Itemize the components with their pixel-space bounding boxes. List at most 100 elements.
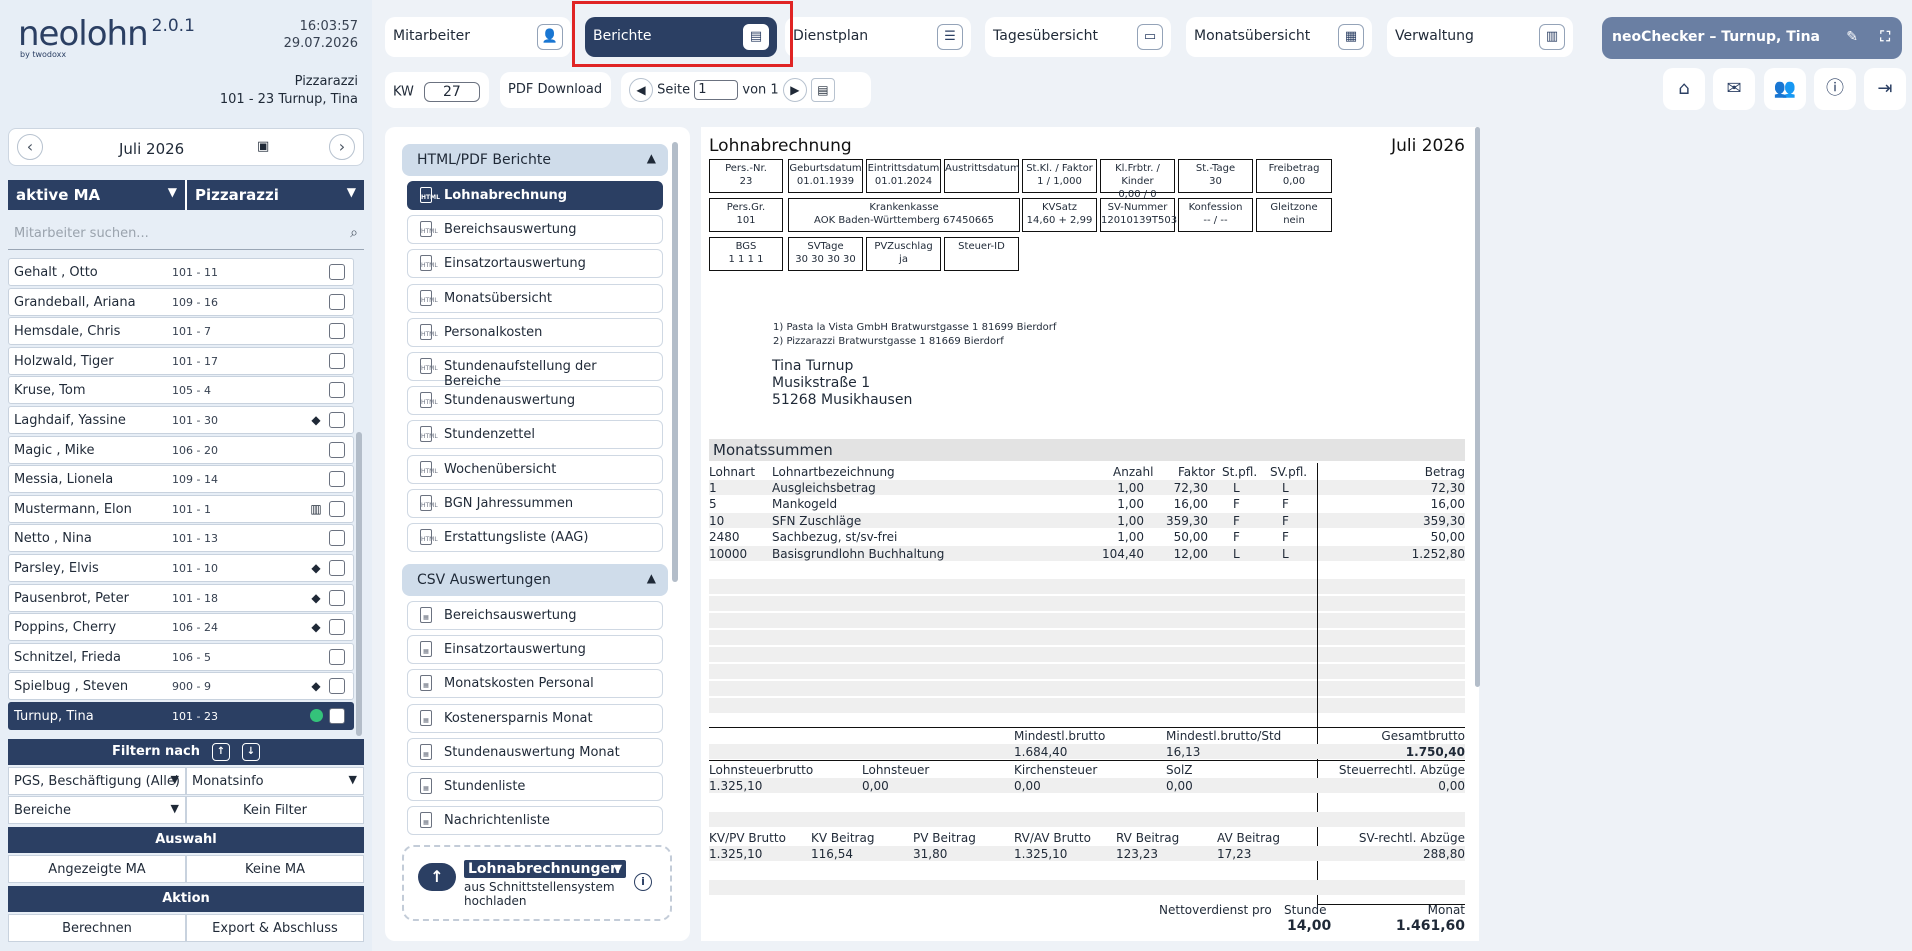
sort-desc-icon[interactable]: ↓: [242, 742, 260, 761]
employee-search-input[interactable]: Mitarbeiter suchen... ⌕: [8, 218, 364, 250]
employee-row[interactable]: Holzwald, Tiger 101 - 17: [8, 346, 354, 375]
report-item[interactable]: HTML Stundenauswertung: [407, 386, 663, 416]
expand-icon[interactable]: ⛶: [1880, 29, 1890, 45]
report-item[interactable]: HTML Bereichsauswertung: [407, 215, 663, 245]
report-item[interactable]: ▦ Stundenliste: [407, 772, 663, 801]
report-item[interactable]: HTML Personalkosten: [407, 317, 663, 347]
neochecker-bar[interactable]: neoChecker – Turnup, Tina ✎ ⛶: [1602, 17, 1902, 59]
filter-row-2: Bereiche ▼ Kein Filter: [8, 796, 364, 824]
edit-icon[interactable]: ✎: [1846, 29, 1858, 45]
export-abschluss-button[interactable]: Export & Abschluss: [186, 914, 364, 942]
bereiche-select[interactable]: Bereiche ▼: [8, 796, 186, 824]
report-item[interactable]: HTML BGN Jahressummen: [407, 488, 663, 518]
pdf-download-button[interactable]: PDF Download: [500, 72, 611, 108]
view-toggle-icon[interactable]: ▤: [810, 78, 835, 102]
nav-tagesuebersicht[interactable]: Tagesübersicht ▭: [985, 17, 1171, 57]
sort-asc-icon[interactable]: ↑: [212, 742, 230, 761]
report-item[interactable]: ▦ Monatskosten Personal: [407, 669, 663, 699]
employee-checkbox[interactable]: [329, 382, 345, 399]
berechnen-button[interactable]: Berechnen: [8, 914, 186, 942]
employee-checkbox[interactable]: [329, 619, 345, 636]
page-input[interactable]: 1: [694, 80, 739, 100]
employee-row[interactable]: Turnup, Tina 101 - 23: [8, 701, 354, 730]
employee-checkbox[interactable]: [329, 500, 345, 517]
kw-input[interactable]: 27: [423, 82, 480, 102]
employee-row[interactable]: Grandeball, Ariana 109 - 16: [8, 287, 354, 316]
employee-row[interactable]: Schnitzel, Frieda 106 - 5: [8, 642, 354, 671]
nav-monatsuebersicht[interactable]: Monatsübersicht ▦: [1186, 17, 1372, 57]
info-icon[interactable]: ⓘ: [1814, 68, 1856, 110]
employee-row[interactable]: Gehalt , Otto 101 - 11: [8, 258, 354, 286]
report-item[interactable]: ▦ Einsatzortauswertung: [407, 635, 663, 665]
report-item[interactable]: ▦ Bereichsauswertung: [407, 601, 663, 630]
employee-row[interactable]: Pausenbrot, Peter 101 - 18 ◆: [8, 583, 354, 612]
employee-checkbox[interactable]: [329, 352, 345, 369]
mail-icon[interactable]: ✉: [1713, 68, 1755, 110]
employee-row[interactable]: Poppins, Cherry 106 - 24 ◆: [8, 613, 354, 642]
calendar-icon[interactable]: ▣: [257, 139, 269, 154]
employee-checkbox[interactable]: [329, 411, 345, 428]
employee-row[interactable]: Spielbug , Steven 900 - 9 ◆: [8, 672, 354, 701]
home-icon[interactable]: ⌂: [1663, 68, 1705, 110]
upload-cloud-icon[interactable]: ↑: [418, 863, 456, 891]
pgs-select[interactable]: PGS, Beschäftigung (Alle) ▼: [8, 767, 186, 795]
employee-row[interactable]: Mustermann, Elon 101 - 1 ▥: [8, 494, 354, 523]
status-select[interactable]: aktive MA ▼: [8, 180, 185, 210]
users-icon[interactable]: 👥: [1764, 68, 1806, 110]
document-scrollbar[interactable]: [1475, 127, 1480, 687]
employee-checkbox[interactable]: [329, 264, 345, 280]
employee-checkbox[interactable]: [329, 441, 345, 458]
logout-icon[interactable]: ⇥: [1864, 68, 1906, 110]
employee-row[interactable]: Parsley, Elvis 101 - 10 ◆: [8, 553, 354, 582]
employee-checkbox[interactable]: [329, 707, 345, 724]
report-item[interactable]: HTML Erstattungsliste (AAG): [407, 523, 663, 552]
group-csv[interactable]: CSV Auswertungen ▲: [402, 564, 668, 596]
employee-list-scrollbar[interactable]: [356, 432, 362, 736]
next-page-button[interactable]: ▶: [782, 78, 807, 102]
report-item[interactable]: ▦ Stundenauswertung Monat: [407, 737, 663, 767]
angezeigte-ma-button[interactable]: Angezeigte MA: [8, 855, 186, 883]
report-item[interactable]: HTML Stundenzettel: [407, 420, 663, 450]
employee-row[interactable]: Netto , Nina 101 - 13: [8, 524, 354, 553]
employee-row[interactable]: Messia, Lionela 109 - 14: [8, 465, 354, 494]
report-item[interactable]: ▦ Kostenersparnis Monat: [407, 703, 663, 733]
employee-row[interactable]: Kruse, Tom 105 - 4: [8, 376, 354, 405]
monatsinfo-select[interactable]: Monatsinfo ▼: [186, 767, 364, 795]
employee-checkbox[interactable]: [329, 589, 345, 606]
employee-checkbox[interactable]: [329, 471, 345, 488]
info-icon[interactable]: i: [634, 873, 652, 891]
group-html-pdf[interactable]: HTML/PDF Berichte ▲: [402, 144, 668, 176]
prev-month-button[interactable]: ‹: [17, 134, 43, 160]
report-item[interactable]: HTML Wochenübersicht: [407, 454, 663, 484]
employee-row[interactable]: Laghdaif, Yassine 101 - 30 ◆: [8, 405, 354, 434]
menu-scrollbar[interactable]: [672, 142, 678, 582]
employee-row[interactable]: Hemsdale, Chris 101 - 7: [8, 317, 354, 346]
report-item[interactable]: HTML Einsatzortauswertung: [407, 249, 663, 279]
employee-checkbox[interactable]: [329, 323, 345, 340]
nav-dienstplan[interactable]: Dienstplan ☰: [785, 17, 971, 57]
next-month-button[interactable]: ›: [329, 134, 355, 160]
employee-checkbox[interactable]: [329, 678, 345, 695]
employee-checkbox[interactable]: [329, 530, 345, 547]
nav-mitarbeiter[interactable]: Mitarbeiter 👤: [385, 17, 571, 57]
employee-checkbox[interactable]: [329, 648, 345, 665]
report-item[interactable]: HTML Monatsübersicht: [407, 283, 663, 313]
employee-checkbox[interactable]: [329, 293, 345, 310]
site-select[interactable]: Pizzarazzi ▼: [185, 180, 364, 210]
upload-type-select[interactable]: Lohnabrechnungen ▼: [464, 860, 626, 878]
report-item[interactable]: ▦ Nachrichtenliste: [407, 806, 663, 836]
upload-area[interactable]: ↑ Lohnabrechnungen ▼ aus Schnittstellensy…: [402, 845, 672, 921]
report-item[interactable]: HTML Stundenaufstellung der Bereiche: [407, 352, 663, 389]
kein-filter-button[interactable]: Kein Filter: [186, 796, 364, 824]
employee-checkbox[interactable]: [329, 559, 345, 576]
report-item-label: Stundenliste: [444, 779, 526, 794]
keine-ma-button[interactable]: Keine MA: [186, 855, 364, 883]
employee-row[interactable]: Magic , Mike 106 - 20: [8, 435, 354, 464]
month-label[interactable]: Juli 2026: [119, 140, 184, 158]
info-box: Geburtsdatum 01.01.1939: [788, 159, 863, 193]
report-item[interactable]: HTML Lohnabrechnung: [407, 181, 663, 210]
nav-verwaltung[interactable]: Verwaltung ▥: [1387, 17, 1573, 57]
prev-page-button[interactable]: ◀: [629, 78, 653, 102]
employee-number: 101 - 11: [172, 266, 218, 279]
employer-addresses: 1) Pasta la Vista GmbH Bratwurstgasse 1 …: [773, 322, 1057, 347]
